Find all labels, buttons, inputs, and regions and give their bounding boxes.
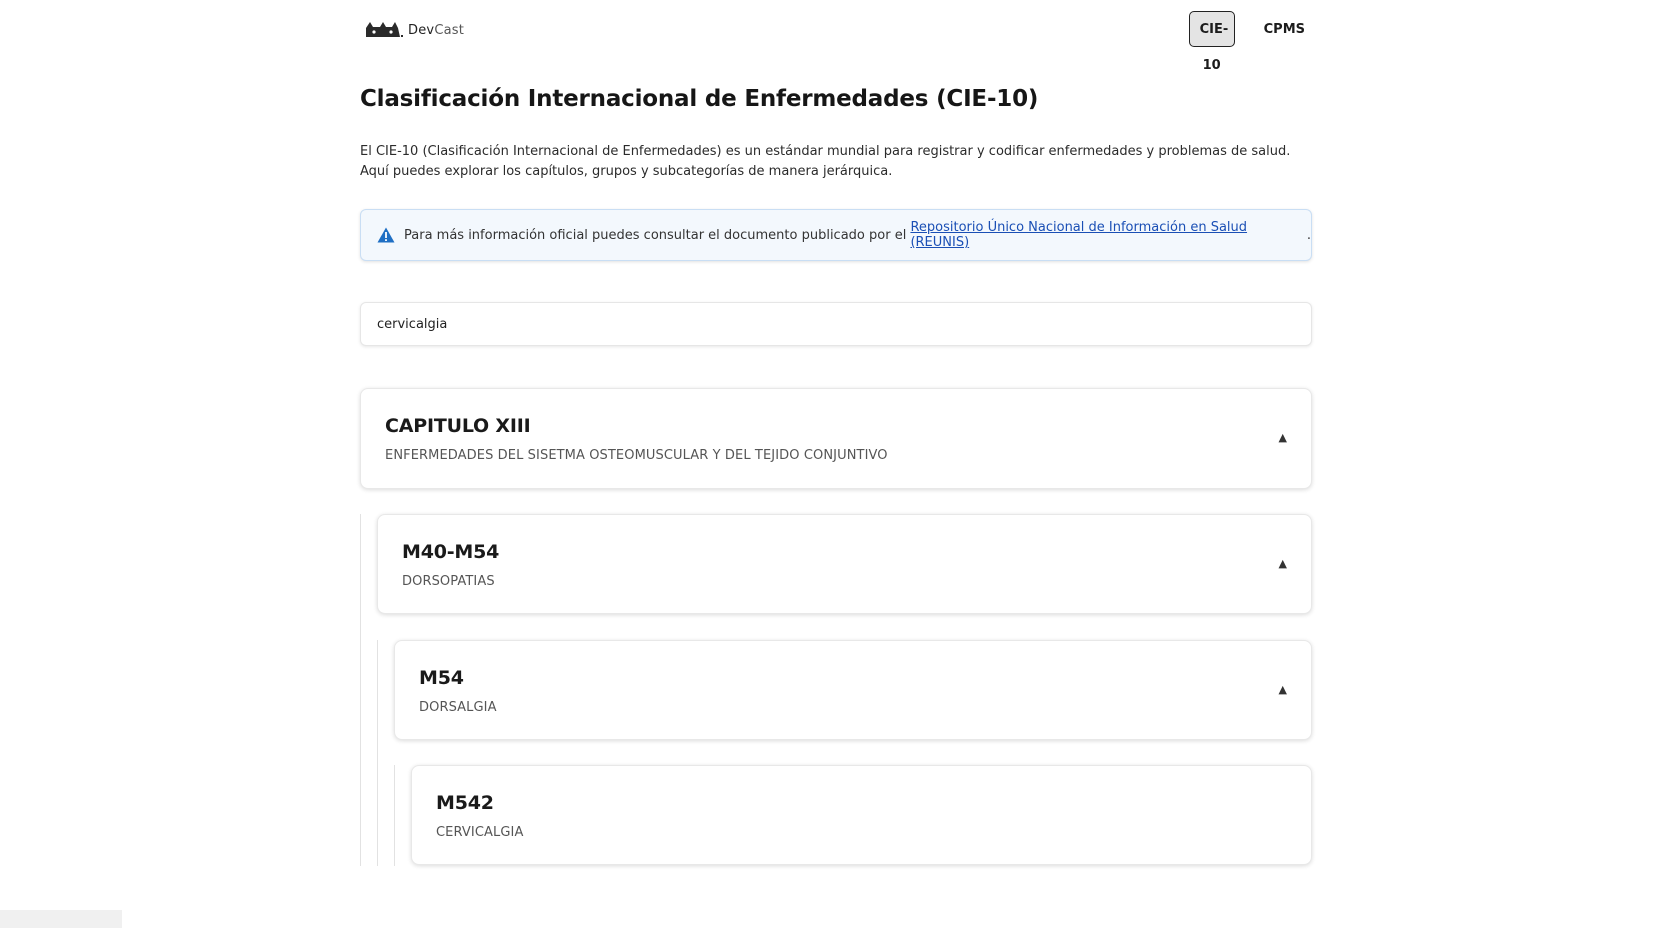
node-code: M40-M54 bbox=[402, 541, 500, 563]
brand-name: DevCast bbox=[408, 23, 464, 38]
tree-connector-line bbox=[360, 514, 361, 866]
tree-connector-line bbox=[394, 765, 395, 866]
nav-cpms-button[interactable]: CPMS bbox=[1255, 11, 1314, 47]
node-code: CAPITULO XIII bbox=[385, 415, 531, 437]
node-description: CERVICALGIA bbox=[436, 825, 524, 840]
page: DevCast CIE-10 CPMS Clasificación Intern… bbox=[0, 0, 1653, 928]
chevron-up-icon[interactable]: ▲ bbox=[1279, 683, 1287, 696]
chevron-up-icon[interactable]: ▲ bbox=[1279, 431, 1287, 444]
tree-node-group[interactable]: M40-M54 DORSOPATIAS ▲ bbox=[377, 514, 1312, 614]
page-title: Clasificación Internacional de Enfermeda… bbox=[360, 86, 1039, 112]
tree-node-chapter[interactable]: CAPITULO XIII ENFERMEDADES DEL SISETMA O… bbox=[360, 388, 1312, 489]
top-header: DevCast CIE-10 CPMS bbox=[360, 10, 1314, 73]
top-nav: CIE-10 CPMS bbox=[1188, 11, 1314, 73]
node-code: M54 bbox=[419, 667, 464, 689]
node-description: DORSALGIA bbox=[419, 700, 497, 715]
bottom-status-bar bbox=[0, 910, 122, 928]
brand-name-cast: Cast bbox=[434, 23, 465, 38]
info-notice: Para más información oficial puedes cons… bbox=[360, 209, 1312, 261]
node-description: DORSOPATIAS bbox=[402, 574, 495, 589]
brand-name-dev: Dev bbox=[408, 23, 435, 38]
tree-node-subcategory[interactable]: M542 CERVICALGIA bbox=[411, 765, 1312, 865]
reunis-link[interactable]: Repositorio Único Nacional de Informació… bbox=[910, 220, 1306, 250]
brand-logo[interactable]: DevCast bbox=[364, 20, 464, 38]
chevron-up-icon[interactable]: ▲ bbox=[1279, 557, 1287, 570]
cat-logo-icon bbox=[366, 22, 403, 37]
search-input[interactable] bbox=[360, 302, 1312, 346]
warning-triangle-icon bbox=[377, 227, 395, 243]
tree-connector-line bbox=[377, 640, 378, 866]
tree-node-category[interactable]: M54 DORSALGIA ▲ bbox=[394, 640, 1312, 740]
notice-text: Para más información oficial puedes cons… bbox=[404, 227, 911, 243]
node-description: ENFERMEDADES DEL SISETMA OSTEOMUSCULAR Y… bbox=[385, 448, 888, 463]
intro-paragraph: El CIE-10 (Clasificación Internacional d… bbox=[360, 144, 1291, 179]
notice-suffix: . bbox=[1306, 227, 1311, 243]
node-code: M542 bbox=[436, 792, 494, 814]
nav-cie10-button[interactable]: CIE-10 bbox=[1188, 11, 1235, 73]
